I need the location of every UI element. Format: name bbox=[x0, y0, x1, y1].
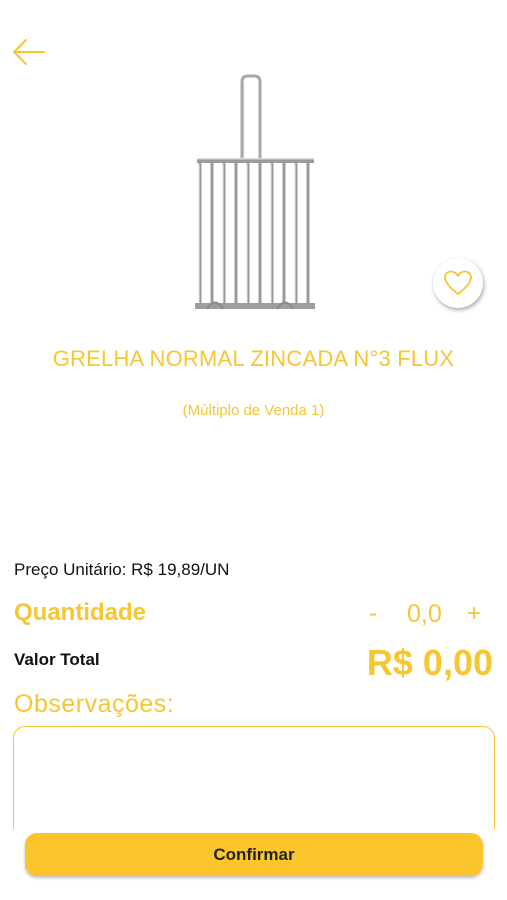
back-button[interactable] bbox=[10, 36, 48, 68]
total-value: R$ 0,00 bbox=[366, 642, 493, 683]
heart-outline-icon bbox=[444, 270, 472, 295]
quantity-value: 0,0 bbox=[407, 600, 442, 628]
sale-multiple: (Múltiplo de Venda 1) bbox=[182, 402, 325, 419]
unit-price: Preço Unitário: R$ 19,89/UN bbox=[14, 560, 230, 579]
arrow-left-icon bbox=[13, 39, 45, 65]
favorite-button[interactable] bbox=[433, 258, 483, 308]
quantity-decrease-button[interactable]: - bbox=[369, 600, 377, 628]
product-image bbox=[97, 70, 417, 325]
notes-label: Observações: bbox=[14, 690, 175, 718]
quantity-increase-button[interactable]: + bbox=[467, 600, 481, 628]
confirm-button[interactable]: Confirmar bbox=[25, 833, 483, 876]
product-name: GRELHA NORMAL ZINCADA N°3 FLUX bbox=[52, 346, 455, 371]
total-label: Valor Total bbox=[14, 650, 100, 669]
quantity-label: Quantidade bbox=[14, 599, 147, 626]
